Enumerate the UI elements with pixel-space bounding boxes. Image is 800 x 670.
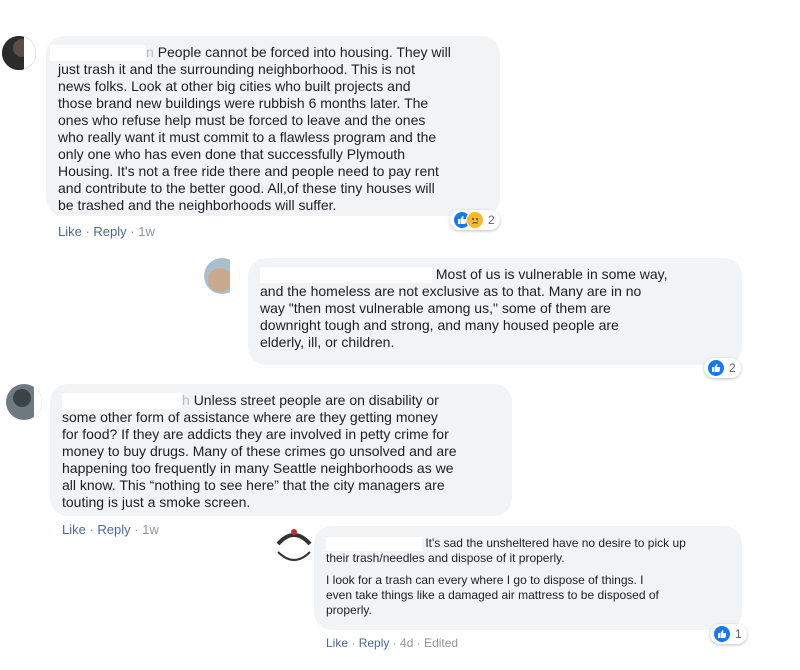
comment-actions: Like · Reply · 4d · Edited bbox=[326, 636, 459, 650]
reply-link[interactable]: Reply bbox=[93, 224, 126, 239]
comment-text: Unless street people are on disability o… bbox=[62, 392, 457, 511]
reaction-count: 2 bbox=[488, 213, 495, 227]
sad-icon bbox=[466, 211, 484, 229]
reaction-summary[interactable]: 2 bbox=[450, 210, 500, 230]
like-icon bbox=[707, 359, 725, 377]
reaction-count: 1 bbox=[735, 627, 742, 641]
reply-link[interactable]: Reply bbox=[97, 522, 130, 537]
comment-text: People cannot be forced into housing. Th… bbox=[58, 44, 451, 214]
like-icon bbox=[713, 625, 731, 643]
commenter-name-fragment: h bbox=[182, 392, 190, 408]
timestamp[interactable]: 1w bbox=[138, 224, 155, 239]
edited-label[interactable]: Edited bbox=[424, 636, 458, 650]
redacted-commenter-name[interactable] bbox=[260, 267, 432, 284]
timestamp[interactable]: 1w bbox=[142, 522, 159, 537]
comment-actions: Like · Reply · 1w bbox=[62, 522, 159, 537]
avatar[interactable] bbox=[204, 258, 240, 294]
reaction-summary[interactable]: 1 bbox=[710, 624, 747, 644]
avatar[interactable] bbox=[6, 384, 42, 420]
comment-actions: Like · Reply · 1w bbox=[58, 224, 155, 239]
avatar[interactable] bbox=[2, 36, 36, 70]
reaction-count: 2 bbox=[729, 361, 736, 375]
comment-text: I look for a trash can every where I go … bbox=[326, 573, 659, 617]
redacted-commenter-name[interactable] bbox=[326, 536, 422, 551]
timestamp[interactable]: 4d bbox=[400, 636, 413, 650]
comment-bubble: Most of us is vulnerable in some way, an… bbox=[248, 258, 742, 365]
avatar[interactable] bbox=[276, 528, 312, 564]
redacted-commenter-name[interactable] bbox=[62, 393, 182, 410]
reply-link[interactable]: Reply bbox=[359, 636, 390, 650]
commenter-name-fragment: n bbox=[146, 44, 154, 60]
comment-bubble: n People cannot be forced into housing. … bbox=[46, 36, 500, 216]
comment-bubble: h Unless street people are on disability… bbox=[50, 384, 512, 516]
comment-bubble: It's sad the unsheltered have no desire … bbox=[314, 526, 742, 630]
redacted-commenter-name[interactable] bbox=[50, 45, 146, 62]
reaction-summary[interactable]: 2 bbox=[704, 358, 741, 378]
like-link[interactable]: Like bbox=[58, 224, 82, 239]
like-link[interactable]: Like bbox=[62, 522, 86, 537]
like-link[interactable]: Like bbox=[326, 636, 348, 650]
